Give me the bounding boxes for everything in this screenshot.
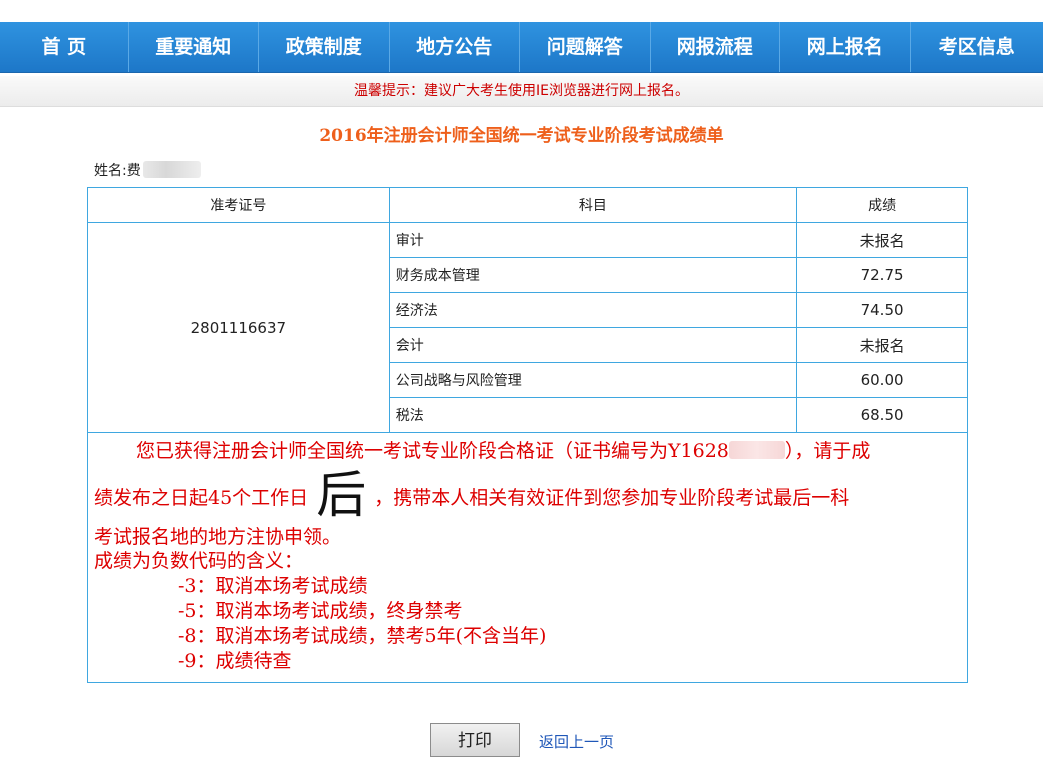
- candidate-name: 姓名:费: [94, 160, 201, 180]
- redacted-name-mask: [142, 161, 201, 178]
- score-cell: 未报名: [796, 327, 968, 363]
- nav-important-notices[interactable]: 重要通知: [129, 22, 260, 72]
- message-text: ，携带本人相关有效证件到您参加专业阶段考试最后一科: [374, 487, 850, 509]
- nav-exam-area-info[interactable]: 考区信息: [911, 22, 1043, 72]
- redacted-cert-number-mask: [728, 441, 785, 459]
- message-cell: 您已获得注册会计师全国统一考试专业阶段合格证（证书编号为Y1628 ），请于成 绩…: [87, 432, 968, 683]
- table-row: 2801116637 审计 未报名: [87, 222, 968, 433]
- nav-policies[interactable]: 政策制度: [259, 22, 390, 72]
- score-cell: 72.75: [796, 257, 968, 293]
- subject-cell: 财务成本管理: [388, 257, 798, 293]
- score-cell: 74.50: [796, 292, 968, 328]
- name-label: 姓名:: [94, 163, 127, 179]
- message-text: 绩发布之日起45个工作日: [94, 487, 309, 509]
- notice-text: 温馨提示：建议广大考生使用IE浏览器进行网上报名。: [354, 83, 689, 99]
- print-button[interactable]: 打印: [430, 723, 520, 757]
- nav-home[interactable]: 首 页: [0, 22, 129, 72]
- code-item: -9：成绩待查: [178, 650, 292, 672]
- message-line-3: 考试报名地的地方注协申领。: [94, 526, 342, 548]
- score-table: 准考证号 科目 成绩 2801116637 审计 未报名 财务成本管理 72.7…: [87, 187, 968, 683]
- name-value: 费: [126, 163, 141, 179]
- message-line-2: 绩发布之日起45个工作日后 ，携带本人相关有效证件到您参加专业阶段考试最后一科: [94, 465, 961, 525]
- subject-cell: 会计: [388, 327, 798, 363]
- exam-number: 2801116637: [87, 222, 390, 433]
- table-header-row: 准考证号 科目 成绩: [87, 187, 968, 223]
- message-text: 您已获得注册会计师全国统一考试专业阶段合格证（证书编号为Y1628: [136, 440, 729, 462]
- message-row: 您已获得注册会计师全国统一考试专业阶段合格证（证书编号为Y1628 ），请于成 绩…: [87, 432, 968, 683]
- subject-cell: 经济法: [388, 292, 798, 328]
- message-big-char: 后: [316, 466, 367, 524]
- message-line-1: 您已获得注册会计师全国统一考试专业阶段合格证（证书编号为Y1628 ），请于成: [94, 437, 961, 465]
- notice-bar: 温馨提示：建议广大考生使用IE浏览器进行网上报名。: [0, 76, 1043, 107]
- page-title: 2016年注册会计师全国统一考试专业阶段考试成绩单: [319, 126, 724, 146]
- code-item: -5：取消本场考试成绩，终身禁考: [178, 600, 463, 622]
- score-cell: 未报名: [796, 222, 968, 258]
- subject-cell: 税法: [388, 397, 798, 433]
- certificate-message: 您已获得注册会计师全国统一考试专业阶段合格证（证书编号为Y1628 ），请于成 绩…: [88, 433, 967, 682]
- back-link[interactable]: 返回上一页: [539, 731, 614, 752]
- code-item: -3：取消本场考试成绩: [178, 575, 368, 597]
- header-score: 成绩: [796, 187, 968, 223]
- score-cell: 68.50: [796, 397, 968, 433]
- top-navigation: 首 页 重要通知 政策制度 地方公告 问题解答 网报流程 网上报名 考区信息: [0, 22, 1043, 73]
- nav-online-registration[interactable]: 网上报名: [780, 22, 911, 72]
- nav-faq[interactable]: 问题解答: [520, 22, 651, 72]
- code-legend-title: 成绩为负数代码的含义：: [94, 550, 304, 572]
- subject-cell: 公司战略与风险管理: [388, 362, 798, 398]
- nav-registration-process[interactable]: 网报流程: [651, 22, 781, 72]
- message-text: ），请于成: [784, 440, 871, 462]
- score-cell: 60.00: [796, 362, 968, 398]
- header-exam-no: 准考证号: [87, 187, 390, 223]
- code-item: -8：取消本场考试成绩，禁考5年(不含当年): [178, 625, 547, 647]
- header-subject: 科目: [388, 187, 798, 223]
- subject-cell: 审计: [388, 222, 798, 258]
- nav-local-announcements[interactable]: 地方公告: [390, 22, 521, 72]
